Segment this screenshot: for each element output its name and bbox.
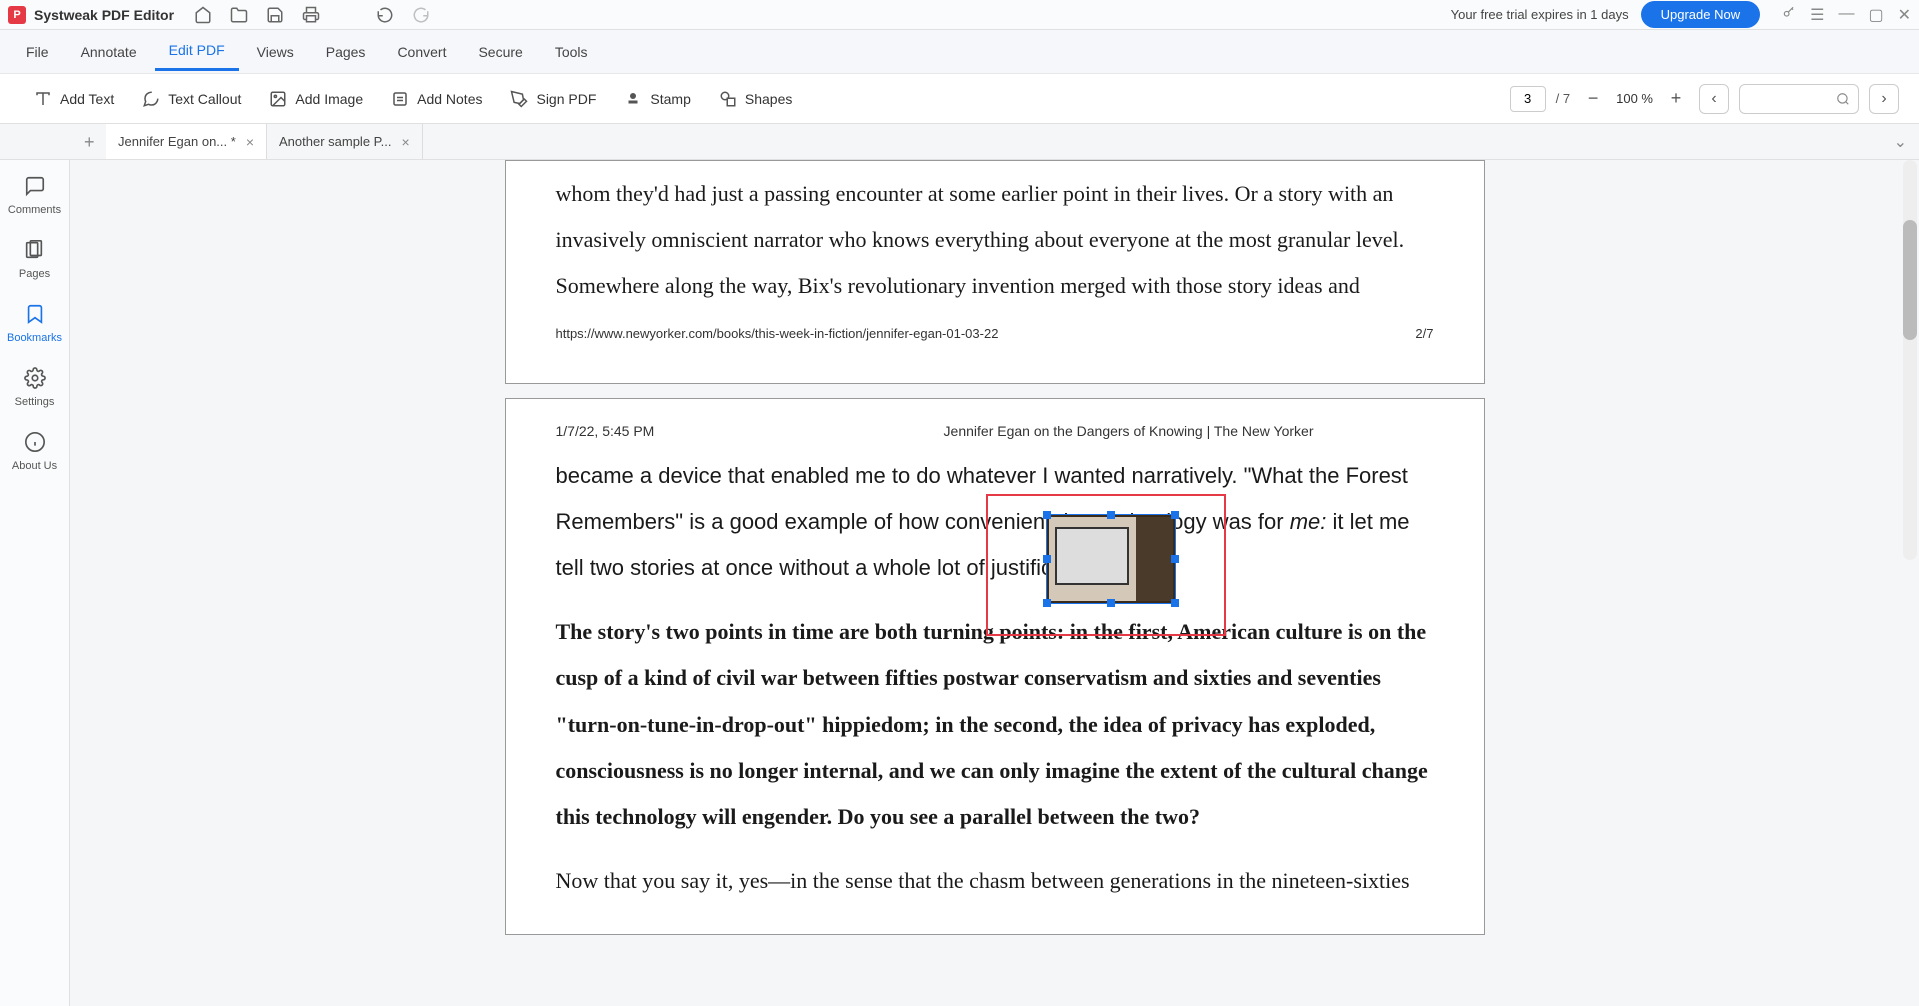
notes-icon: [391, 90, 409, 108]
body-paragraph: whom they'd had just a passing encounter…: [556, 171, 1434, 310]
search-input[interactable]: [1739, 84, 1859, 114]
save-icon[interactable]: [266, 6, 284, 24]
page-header-title: Jennifer Egan on the Dangers of Knowing …: [944, 423, 1314, 439]
prev-page-button[interactable]: ‹: [1699, 84, 1729, 114]
search-icon: [1836, 92, 1850, 106]
menu-file[interactable]: File: [12, 34, 63, 70]
image-icon: [269, 90, 287, 108]
add-notes-button[interactable]: Add Notes: [377, 84, 496, 114]
pdf-page-2: whom they'd had just a passing encounter…: [505, 160, 1485, 384]
collapse-tabs-icon[interactable]: ⌄: [1894, 132, 1907, 152]
page-url: https://www.newyorker.com/books/this-wee…: [556, 326, 999, 341]
vertical-scrollbar[interactable]: [1903, 160, 1917, 560]
page-number-input[interactable]: [1510, 86, 1546, 112]
zoom-value: 100 %: [1616, 91, 1653, 106]
menu-convert[interactable]: Convert: [383, 34, 460, 70]
menu-edit-pdf[interactable]: Edit PDF: [155, 32, 239, 71]
scrollbar-thumb[interactable]: [1903, 220, 1917, 340]
tab-another-sample[interactable]: Another sample P...×: [267, 124, 423, 159]
page-date: 1/7/22, 5:45 PM: [556, 423, 655, 439]
upgrade-button[interactable]: Upgrade Now: [1641, 1, 1761, 28]
page-total: / 7: [1556, 91, 1570, 106]
add-tab-button[interactable]: +: [84, 132, 95, 153]
sidebar-about[interactable]: About Us: [12, 430, 57, 472]
key-icon[interactable]: [1782, 5, 1796, 25]
text-icon: [34, 90, 52, 108]
trial-text: Your free trial expires in 1 days: [1451, 7, 1629, 22]
app-title: Systweak PDF Editor: [34, 7, 174, 23]
menu-icon[interactable]: ☰: [1810, 5, 1824, 25]
menubar: File Annotate Edit PDF Views Pages Conve…: [0, 30, 1919, 74]
menu-views[interactable]: Views: [243, 34, 308, 70]
home-icon[interactable]: [194, 6, 212, 24]
settings-icon: [23, 366, 47, 390]
menu-annotate[interactable]: Annotate: [67, 34, 151, 70]
titlebar-tools: [194, 6, 430, 24]
menu-secure[interactable]: Secure: [464, 34, 536, 70]
folder-icon[interactable]: [230, 6, 248, 24]
sidebar-comments[interactable]: Comments: [8, 174, 61, 216]
minimize-icon[interactable]: —: [1838, 5, 1854, 25]
text-callout-button[interactable]: Text Callout: [128, 84, 255, 114]
titlebar: P Systweak PDF Editor Your free trial ex…: [0, 0, 1919, 30]
tab-jennifer-egan[interactable]: Jennifer Egan on... *×: [106, 124, 267, 159]
callout-icon: [142, 90, 160, 108]
close-icon[interactable]: ✕: [1898, 5, 1911, 25]
body-paragraph: Now that you say it, yes—in the sense th…: [556, 858, 1434, 904]
menu-pages[interactable]: Pages: [312, 34, 380, 70]
comments-icon: [23, 174, 47, 198]
sign-pdf-button[interactable]: Sign PDF: [496, 84, 610, 114]
close-tab-icon[interactable]: ×: [402, 134, 410, 150]
main-area: Comments Pages Bookmarks Settings About …: [0, 160, 1919, 1006]
edit-toolbar: Add Text Text Callout Add Image Add Note…: [0, 74, 1919, 124]
page-number-label: 2/7: [1415, 326, 1433, 341]
stamp-icon: [624, 90, 642, 108]
zoom-out-button[interactable]: −: [1580, 86, 1606, 112]
sidebar-pages[interactable]: Pages: [19, 238, 50, 280]
shapes-button[interactable]: Shapes: [705, 84, 806, 114]
redo-icon[interactable]: [412, 6, 430, 24]
image-content: [1047, 515, 1175, 603]
next-page-button[interactable]: ›: [1869, 84, 1899, 114]
bookmark-icon: [23, 302, 47, 326]
left-sidebar: Comments Pages Bookmarks Settings About …: [0, 160, 70, 1006]
shapes-icon: [719, 90, 737, 108]
maximize-icon[interactable]: ▢: [1868, 5, 1883, 25]
app-logo-icon: P: [8, 6, 26, 24]
sidebar-settings[interactable]: Settings: [15, 366, 55, 408]
pdf-page-3: 1/7/22, 5:45 PM Jennifer Egan on the Dan…: [505, 398, 1485, 936]
sidebar-bookmarks[interactable]: Bookmarks: [7, 302, 62, 344]
add-image-button[interactable]: Add Image: [255, 84, 377, 114]
zoom-in-button[interactable]: +: [1663, 86, 1689, 112]
bold-question-paragraph: The story's two points in time are both …: [556, 609, 1434, 840]
print-icon[interactable]: [302, 6, 320, 24]
sign-icon: [510, 90, 528, 108]
pages-icon: [22, 238, 46, 262]
document-canvas[interactable]: whom they'd had just a passing encounter…: [70, 160, 1919, 1006]
close-tab-icon[interactable]: ×: [246, 134, 254, 150]
add-text-button[interactable]: Add Text: [20, 84, 128, 114]
info-icon: [23, 430, 47, 454]
menu-tools[interactable]: Tools: [541, 34, 602, 70]
undo-icon[interactable]: [376, 6, 394, 24]
inserted-image-object[interactable]: [1046, 514, 1176, 604]
stamp-button[interactable]: Stamp: [610, 84, 704, 114]
document-tabs: + Jennifer Egan on... *× Another sample …: [0, 124, 1919, 160]
